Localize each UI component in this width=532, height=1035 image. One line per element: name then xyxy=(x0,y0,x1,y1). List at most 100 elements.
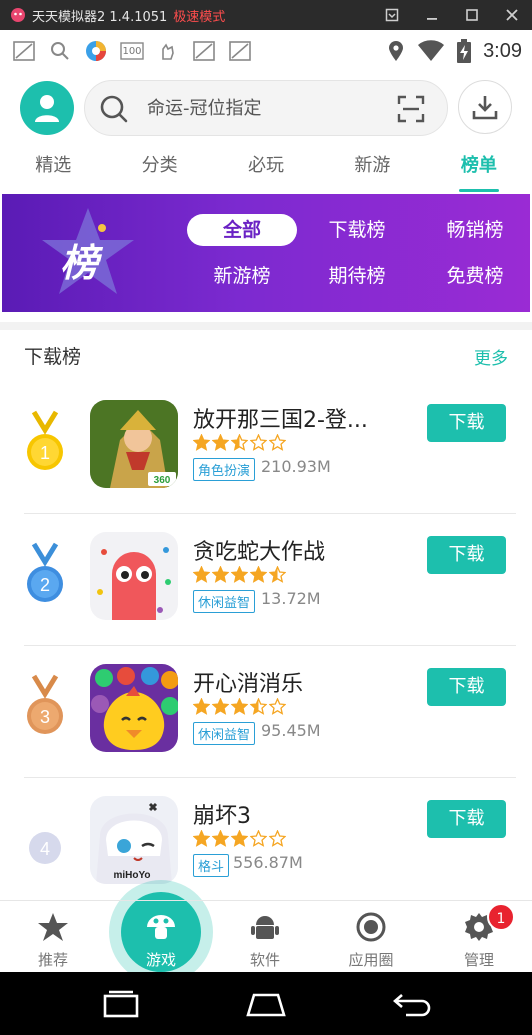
download-button[interactable]: 下载 xyxy=(427,668,506,706)
star-icon xyxy=(269,698,286,715)
emulator-close-icon[interactable] xyxy=(492,0,532,30)
download-button[interactable]: 下载 xyxy=(427,536,506,574)
app-icon[interactable] xyxy=(90,532,178,620)
download-button[interactable]: 下载 xyxy=(427,404,506,442)
rank-number: 3 xyxy=(40,707,50,727)
nav-label: 软件 xyxy=(249,951,280,969)
star-icon xyxy=(231,566,248,583)
star-icon xyxy=(231,830,248,847)
emulator-settings-icon[interactable] xyxy=(372,0,412,30)
app-icon[interactable]: 360 xyxy=(90,400,178,488)
emulator-logo-icon xyxy=(11,8,25,22)
star-icon xyxy=(250,566,267,583)
nav-games[interactable]: 游戏 xyxy=(108,901,214,973)
app-name[interactable]: 崩坏3 xyxy=(193,798,413,830)
list-item[interactable]: 4 miHoYo 崩坏3 格斗 556.87M 下载 xyxy=(0,778,532,910)
tab-new-games[interactable]: 新游 xyxy=(319,142,425,194)
search-header: 命运-冠位指定 xyxy=(0,72,532,142)
rank-filter-all[interactable]: 全部 xyxy=(187,214,297,246)
back-icon[interactable] xyxy=(390,986,434,1022)
notification-image-icon xyxy=(228,40,252,62)
rank-filter-anticipated[interactable]: 期待榜 xyxy=(302,260,412,292)
emulator-app-name: 天天模拟器2 1.4.1051 xyxy=(32,9,168,25)
rankings-badge-text: 榜 xyxy=(60,241,99,285)
status-bar: 100 3:09 xyxy=(0,30,532,72)
notification-image-icon xyxy=(192,40,216,62)
notification-battery-text-icon: 100 xyxy=(120,40,144,62)
emulator-maximize-icon[interactable] xyxy=(452,0,492,30)
notification-hand-icon xyxy=(156,40,180,62)
app-size: 13.72M xyxy=(261,589,321,608)
scan-qr-icon[interactable] xyxy=(397,95,425,123)
search-input[interactable]: 命运-冠位指定 xyxy=(84,80,448,136)
rating-stars xyxy=(193,698,286,715)
star-icon xyxy=(38,913,68,941)
search-placeholder: 命运-冠位指定 xyxy=(147,98,262,119)
notification-text: 100 xyxy=(122,45,142,57)
user-avatar[interactable] xyxy=(20,81,74,135)
user-icon xyxy=(35,95,59,122)
nav-label: 推荐 xyxy=(37,951,68,969)
download-manager-button[interactable] xyxy=(458,80,512,134)
app-name[interactable]: 开心消消乐 xyxy=(193,666,413,698)
app-size: 95.45M xyxy=(261,721,321,740)
search-icon xyxy=(100,95,128,123)
emulator-minimize-icon[interactable] xyxy=(412,0,452,30)
recent-apps-icon[interactable] xyxy=(99,986,143,1022)
rank-number: 1 xyxy=(40,443,50,463)
app-icon[interactable] xyxy=(90,664,178,752)
rating-stars xyxy=(193,830,286,847)
tab-categories[interactable]: 分类 xyxy=(106,142,212,194)
tab-featured[interactable]: 精选 xyxy=(0,142,106,194)
nav-recommend[interactable]: 推荐 xyxy=(0,901,106,973)
icon-badge-text: miHoYo xyxy=(113,870,150,881)
list-item[interactable]: 2 贪吃蛇大作战 休闲益智 13.72M 下载 xyxy=(0,514,532,646)
category-tabs: 精选 分类 必玩 新游 榜单 xyxy=(0,142,532,194)
app-tag: 格斗 xyxy=(193,854,230,877)
notification-image-icon xyxy=(12,40,36,62)
nav-manage[interactable]: 管理 xyxy=(426,901,532,973)
rank-filter-downloads[interactable]: 下载榜 xyxy=(302,214,412,246)
star-icon xyxy=(193,566,210,583)
tab-must-play[interactable]: 必玩 xyxy=(213,142,319,194)
nav-label: 游戏 xyxy=(145,951,176,969)
star-icon xyxy=(193,698,210,715)
rating-stars xyxy=(193,566,286,583)
system-navigation-bar xyxy=(0,972,532,1035)
list-item[interactable]: 1 360 放开那三国2-登... 角色扮演 210.93M 下载 xyxy=(0,382,532,514)
star-icon xyxy=(269,566,286,583)
star-icon xyxy=(231,698,248,715)
app-tag: 休闲益智 xyxy=(193,722,256,745)
nav-label: 应用圈 xyxy=(348,951,394,969)
star-icon xyxy=(269,830,286,847)
rank-filter-bestsellers[interactable]: 畅销榜 xyxy=(420,214,530,246)
star-icon xyxy=(231,434,248,451)
location-icon xyxy=(389,41,404,61)
star-icon xyxy=(212,830,229,847)
notification-browser-icon xyxy=(84,40,108,62)
rank-filter-new[interactable]: 新游榜 xyxy=(187,260,297,292)
gold-medal-icon: 1 xyxy=(27,410,63,470)
emulator-mode: 极速模式 xyxy=(173,9,226,25)
wifi-icon xyxy=(418,40,445,61)
section-title: 下载榜 xyxy=(24,346,82,368)
list-item[interactable]: 3 开心消消乐 休闲益智 95.45M 下载 xyxy=(0,646,532,778)
home-icon[interactable] xyxy=(244,986,288,1022)
nav-app-circle[interactable]: 应用圈 xyxy=(318,901,424,973)
app-name[interactable]: 放开那三国2-登... xyxy=(193,402,413,434)
app-name[interactable]: 贪吃蛇大作战 xyxy=(193,534,413,566)
app-icon[interactable]: miHoYo xyxy=(90,796,178,884)
nav-label: 管理 xyxy=(463,951,494,969)
bronze-medal-icon: 3 xyxy=(27,674,63,734)
rank-number: 2 xyxy=(40,575,50,595)
nav-software[interactable]: 软件 xyxy=(212,901,318,973)
download-button[interactable]: 下载 xyxy=(427,800,506,838)
star-icon xyxy=(250,830,267,847)
tab-rankings[interactable]: 榜单 xyxy=(426,142,532,194)
circle-ring-icon xyxy=(356,912,386,942)
rank-circle-icon: 4 xyxy=(29,832,61,864)
rankings-banner: 榜 全部 下载榜 畅销榜 新游榜 期待榜 免费榜 xyxy=(2,194,530,312)
rank-filter-free[interactable]: 免费榜 xyxy=(420,260,530,292)
star-icon xyxy=(212,698,229,715)
more-link[interactable]: 更多 xyxy=(474,344,508,369)
